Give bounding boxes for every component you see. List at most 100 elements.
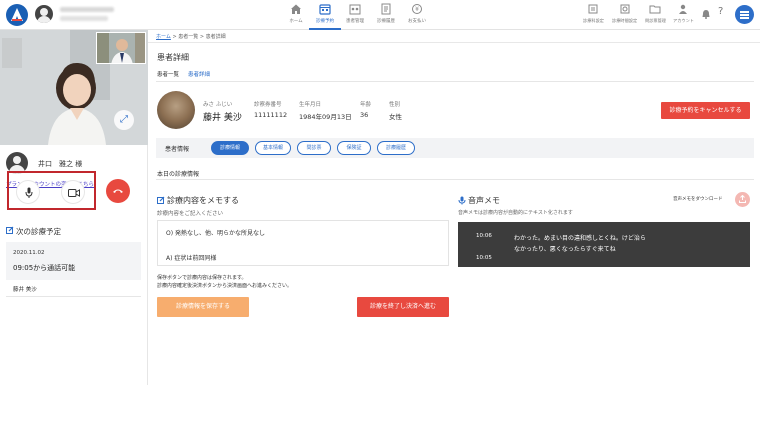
video-camera-icon bbox=[68, 189, 80, 197]
payment-icon: ¥ bbox=[412, 4, 422, 14]
expand-video-button[interactable]: ⤢ bbox=[114, 110, 134, 130]
tab-basic-info[interactable]: 基本情報 bbox=[255, 141, 291, 155]
next-appointment-time: 09:05から通話可能 bbox=[13, 264, 76, 272]
nav-time-settings[interactable]: 診療時間設定 bbox=[612, 4, 637, 24]
app-header: ホーム 診療予約 患者管理 診療履歴 ¥ お支払い 診療科設定 診療時間設定 問… bbox=[0, 0, 760, 30]
voice-transcript: 10:06 わかった。めまい目の違和感しとくね。けど治ら なかったり、悪くなった… bbox=[458, 222, 750, 267]
hang-up-button[interactable] bbox=[106, 179, 130, 203]
tab-medical-info[interactable]: 診療情報 bbox=[211, 141, 249, 155]
svg-text:¥: ¥ bbox=[415, 6, 419, 13]
nav-account[interactable]: アカウント bbox=[673, 4, 694, 24]
doctor-self-view bbox=[96, 32, 146, 64]
cancel-appointment-button[interactable]: 診療予約をキャンセルする bbox=[661, 102, 750, 119]
nav-department-settings[interactable]: 診療科設定 bbox=[583, 4, 604, 24]
menu-button[interactable] bbox=[735, 5, 754, 24]
nav-patients[interactable]: 患者管理 bbox=[339, 3, 371, 30]
clock-settings-icon bbox=[620, 4, 630, 14]
transcript-time: 10:06 bbox=[476, 233, 492, 239]
patient-name: 井口 雅之 様 bbox=[38, 160, 83, 168]
patients-icon bbox=[349, 4, 361, 15]
next-appointment-title: 次の診療予定 bbox=[16, 227, 61, 236]
folder-icon bbox=[649, 5, 661, 14]
patient-photo bbox=[157, 91, 195, 129]
microphone-icon bbox=[458, 196, 466, 205]
patient-kana: みさ ふじい bbox=[203, 102, 233, 108]
expand-icon: ⤢ bbox=[120, 114, 128, 125]
nav-patients-label: 患者管理 bbox=[346, 19, 364, 24]
memo-line: A) 症状は前回同様 bbox=[166, 255, 217, 262]
today-section-title: 本日の診療情報 bbox=[157, 171, 200, 178]
breadcrumb-patient-list[interactable]: 患者一覧 bbox=[178, 34, 198, 40]
menu-icon bbox=[740, 11, 749, 13]
camera-button[interactable] bbox=[61, 180, 85, 204]
call-controls-highlight bbox=[7, 171, 96, 210]
voice-memo-subtitle: 音声メモは診療内容が自動的にテキスト化されます bbox=[458, 210, 573, 216]
footer-space bbox=[0, 385, 760, 440]
video-feed: ⤢ bbox=[0, 30, 148, 145]
age-value: 36 bbox=[360, 111, 369, 119]
sex-label: 性別 bbox=[389, 102, 401, 108]
app-logo[interactable] bbox=[6, 4, 28, 26]
edit-icon bbox=[157, 196, 165, 204]
video-call-panel: ⤢ 井口 雅之 様 プラン・アカウントの変更はこちら 次の診療予定 2020.1… bbox=[0, 30, 148, 385]
nav-reservation-label: 診療予約 bbox=[316, 19, 334, 24]
divider bbox=[156, 81, 754, 82]
account-icon bbox=[679, 4, 688, 14]
breadcrumb-current: 患者詳細 bbox=[205, 34, 226, 40]
nav-home-label: ホーム bbox=[289, 19, 303, 24]
microphone-icon bbox=[25, 187, 33, 198]
tab-insurance[interactable]: 保険証 bbox=[337, 141, 371, 155]
nav-questionnaire-label: 問診票管理 bbox=[645, 18, 666, 23]
breadcrumb: ホーム > 患者一覧 > 患者詳細 bbox=[156, 34, 226, 40]
payment-note: 診療内容確定後決済ボタンから決済画面へお進みください。 bbox=[157, 283, 293, 289]
tab-history[interactable]: 診療履歴 bbox=[377, 141, 415, 155]
patient-info-label: 患者情報 bbox=[165, 146, 190, 153]
save-medical-info-button[interactable]: 診療情報を保存する bbox=[157, 297, 249, 317]
nav-payment[interactable]: ¥ お支払い bbox=[401, 3, 433, 30]
history-icon bbox=[381, 3, 391, 15]
finish-and-pay-button[interactable]: 診療を終了し決済へ進む bbox=[357, 297, 449, 317]
download-voice-label[interactable]: 音声メモをダウンロード bbox=[673, 196, 723, 202]
transcript-text: なかったり、悪くなったらすぐ来てね bbox=[514, 246, 616, 253]
next-appointment-card[interactable]: 2020.11.02 09:05から通話可能 bbox=[6, 242, 141, 280]
transcript-text: わかった。めまい目の違和感しとくね。けど治ら bbox=[514, 235, 646, 242]
blurred-clinic-name bbox=[60, 7, 114, 12]
patient-id-label: 診察券番号 bbox=[254, 102, 282, 108]
upload-icon bbox=[739, 195, 746, 203]
page-title: 患者詳細 bbox=[157, 53, 189, 62]
divider bbox=[6, 296, 141, 297]
header-avatar[interactable] bbox=[35, 5, 53, 23]
nav-history[interactable]: 診療履歴 bbox=[370, 3, 402, 30]
next-appointment-patient: 藤井 美沙 bbox=[13, 287, 37, 293]
nav-questionnaire[interactable]: 問診票管理 bbox=[645, 4, 666, 24]
breadcrumb-home[interactable]: ホーム bbox=[156, 34, 171, 40]
help-icon[interactable]: ? bbox=[718, 6, 723, 17]
transcript-time: 10:05 bbox=[476, 255, 492, 261]
edit-icon bbox=[6, 226, 14, 234]
nav-payment-label: お支払い bbox=[408, 19, 426, 24]
voice-memo-title: 音声メモ bbox=[468, 196, 500, 205]
nav-time-label: 診療時間設定 bbox=[612, 18, 638, 23]
blurred-clinic-info bbox=[60, 16, 108, 21]
bell-icon[interactable] bbox=[702, 9, 710, 19]
main-content: ホーム > 患者一覧 > 患者詳細 患者詳細 患者一覧 患者詳細 みさ ふじい … bbox=[148, 30, 760, 385]
mic-button[interactable] bbox=[16, 180, 40, 204]
memo-subtitle: 診療内容をご記入ください bbox=[157, 211, 224, 217]
nav-reservation[interactable]: 診療予約 bbox=[309, 3, 341, 30]
download-voice-button[interactable] bbox=[735, 192, 750, 207]
save-note: 保存ボタンで診療内容は保存されます。 bbox=[157, 275, 247, 281]
calendar-icon bbox=[319, 4, 331, 15]
subtab-patient-list[interactable]: 患者一覧 bbox=[157, 70, 179, 78]
patient-detail-name: 藤井 美沙 bbox=[203, 113, 242, 123]
next-appointment-date: 2020.11.02 bbox=[13, 250, 45, 256]
nav-home[interactable]: ホーム bbox=[280, 3, 312, 30]
patient-id: 11111112 bbox=[254, 111, 288, 119]
phone-hangup-icon bbox=[113, 189, 123, 193]
divider bbox=[156, 179, 754, 180]
tab-questionnaire[interactable]: 問診票 bbox=[297, 141, 331, 155]
nav-history-label: 診療履歴 bbox=[377, 19, 395, 24]
nav-account-label: アカウント bbox=[673, 18, 694, 23]
memo-title: 診療内容をメモする bbox=[167, 196, 239, 205]
nav-department-label: 診療科設定 bbox=[583, 18, 604, 23]
memo-textarea[interactable]: O) 発熱なし、他、明らかな所見なし A) 症状は前回同様 bbox=[157, 220, 449, 266]
